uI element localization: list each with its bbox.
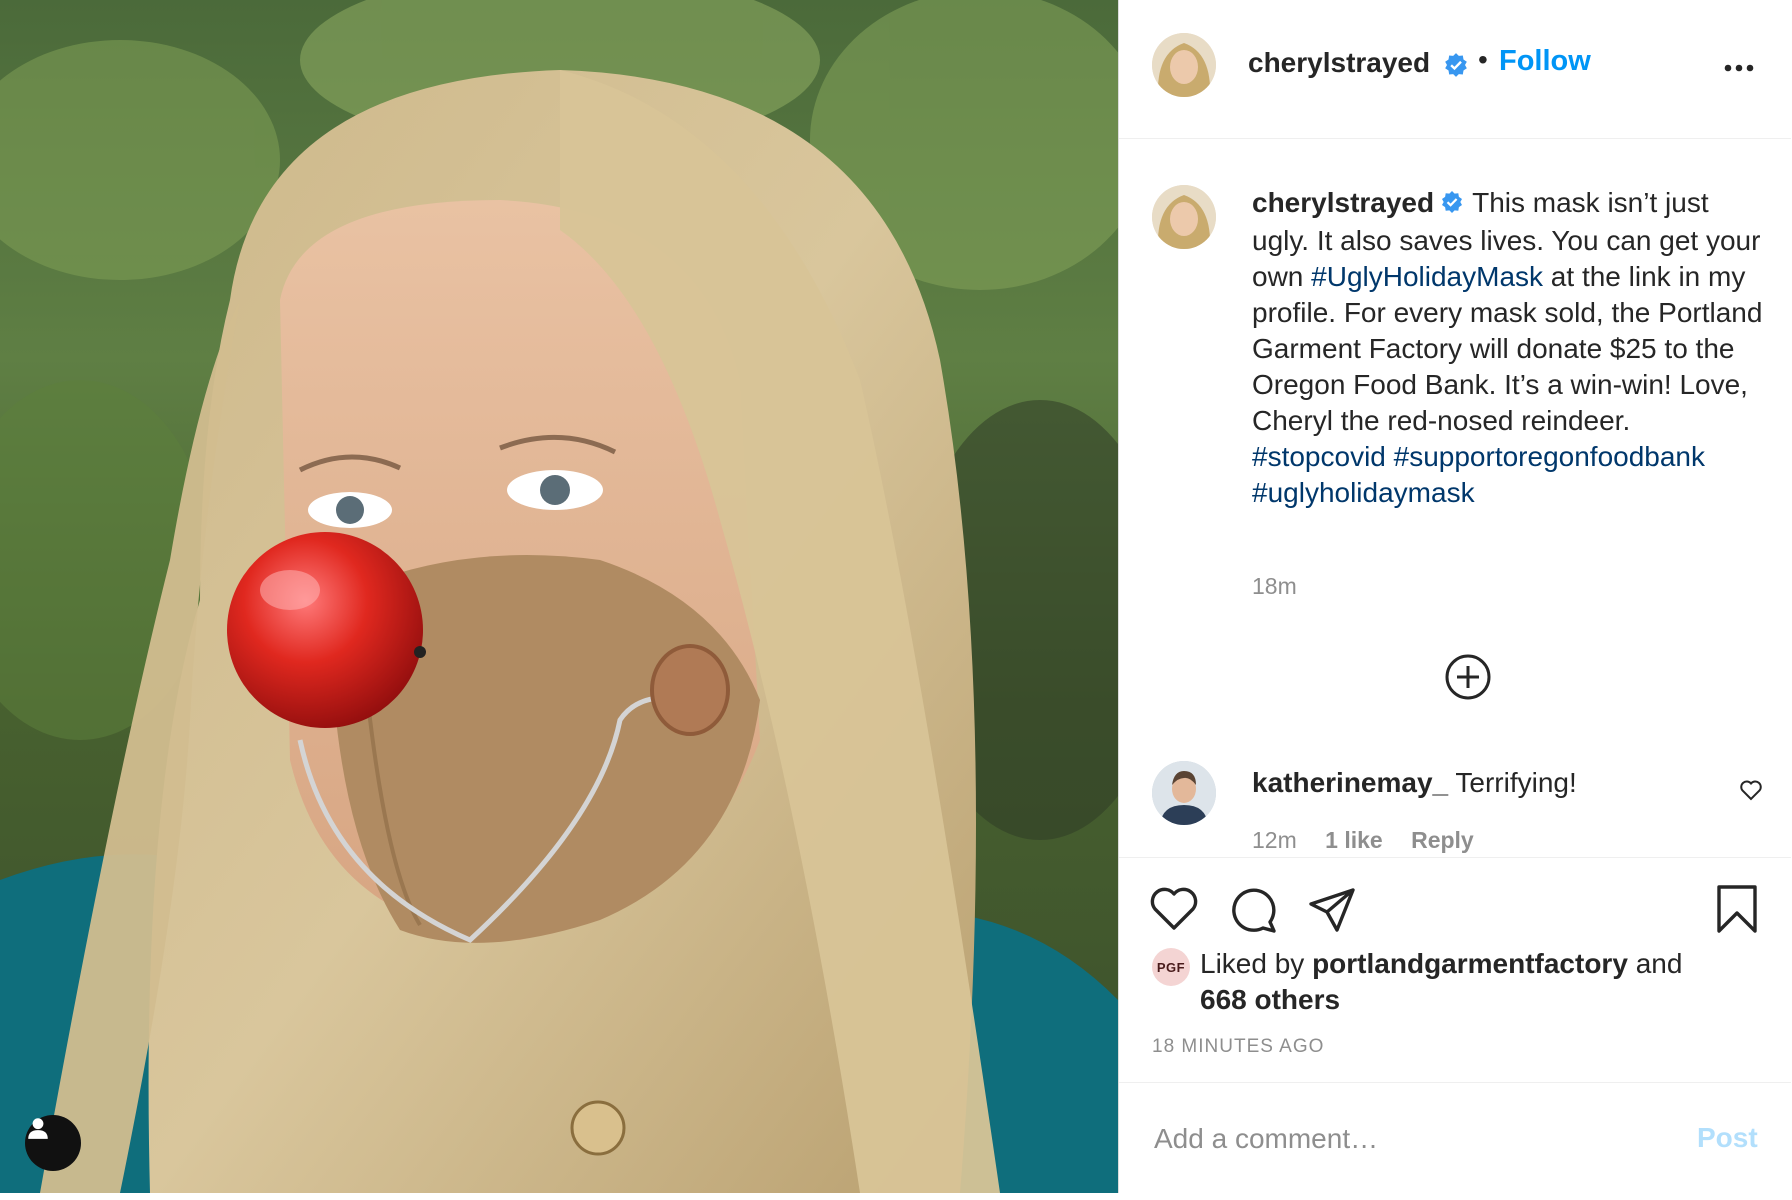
instagram-post: cherylstrayed • Follow cherylstrayed This… bbox=[0, 0, 1792, 1200]
add-comment-bar: Post bbox=[1119, 1082, 1791, 1194]
liked-conj: and bbox=[1635, 948, 1683, 979]
liked-by-user[interactable]: portlandgarmentfactory bbox=[1312, 948, 1628, 979]
hashtag-links[interactable]: #stopcovid #supportoregonfoodbank bbox=[1252, 441, 1705, 472]
paper-plane-icon[interactable] bbox=[1307, 886, 1357, 939]
bookmark-icon[interactable] bbox=[1715, 884, 1759, 939]
comment-meta: 12m 1 like Reply bbox=[1252, 827, 1496, 854]
comment-likes[interactable]: 1 like bbox=[1325, 827, 1383, 853]
liked-prefix: Liked by bbox=[1200, 948, 1305, 979]
comment-bubble-icon[interactable] bbox=[1229, 885, 1279, 940]
hashtag-link[interactable]: #uglyholidaymask bbox=[1252, 477, 1475, 508]
post-photo[interactable] bbox=[0, 0, 1119, 1193]
selfie-illustration bbox=[0, 0, 1118, 1193]
heart-icon[interactable] bbox=[1149, 886, 1199, 937]
commenter-avatar[interactable] bbox=[1152, 761, 1216, 825]
comment-input[interactable] bbox=[1152, 1113, 1676, 1165]
author-avatar[interactable] bbox=[1152, 33, 1216, 97]
caption-username[interactable]: cherylstrayed bbox=[1252, 187, 1434, 218]
comment-text: Terrifying! bbox=[1455, 767, 1577, 798]
likes-count[interactable]: 668 others bbox=[1200, 984, 1340, 1015]
red-nose bbox=[227, 532, 423, 728]
comments-section[interactable]: cherylstrayed This mask isn’t just ugly. … bbox=[1119, 139, 1791, 857]
more-options-icon[interactable] bbox=[1723, 60, 1755, 78]
verified-badge-icon bbox=[1443, 52, 1469, 83]
comment-username[interactable]: katherinemay_ bbox=[1252, 767, 1448, 798]
comment-body: katherinemay_ Terrifying! bbox=[1252, 767, 1577, 799]
liked-by-text: Liked by portlandgarmentfactory and 668 … bbox=[1200, 946, 1760, 1018]
post-side-panel: cherylstrayed • Follow cherylstrayed This… bbox=[1119, 0, 1791, 1193]
comment-heart-icon[interactable] bbox=[1739, 779, 1763, 806]
liked-by-avatar[interactable]: PGF bbox=[1152, 948, 1190, 986]
caption-time: 18m bbox=[1252, 573, 1297, 599]
hashtag-link[interactable]: #UglyHolidayMask bbox=[1311, 261, 1543, 292]
author-username[interactable]: cherylstrayed bbox=[1248, 47, 1430, 79]
post-timestamp[interactable]: 18 MINUTES AGO bbox=[1152, 1036, 1324, 1058]
post-actions: PGF Liked by portlandgarmentfactory and … bbox=[1119, 857, 1791, 1078]
verified-badge-icon bbox=[1440, 187, 1464, 223]
follow-button[interactable]: Follow bbox=[1499, 45, 1591, 78]
caption-author-avatar[interactable] bbox=[1152, 185, 1216, 249]
header-separator: • bbox=[1478, 44, 1488, 75]
plus-circle-icon[interactable] bbox=[1444, 653, 1492, 706]
post-header: cherylstrayed • Follow bbox=[1119, 0, 1791, 139]
user-tag-icon[interactable] bbox=[25, 1115, 81, 1171]
post-comment-button[interactable]: Post bbox=[1697, 1122, 1758, 1154]
comment-time: 12m bbox=[1252, 827, 1297, 853]
post-caption: cherylstrayed This mask isn’t just ugly. … bbox=[1252, 185, 1764, 511]
reply-button[interactable]: Reply bbox=[1411, 827, 1474, 853]
